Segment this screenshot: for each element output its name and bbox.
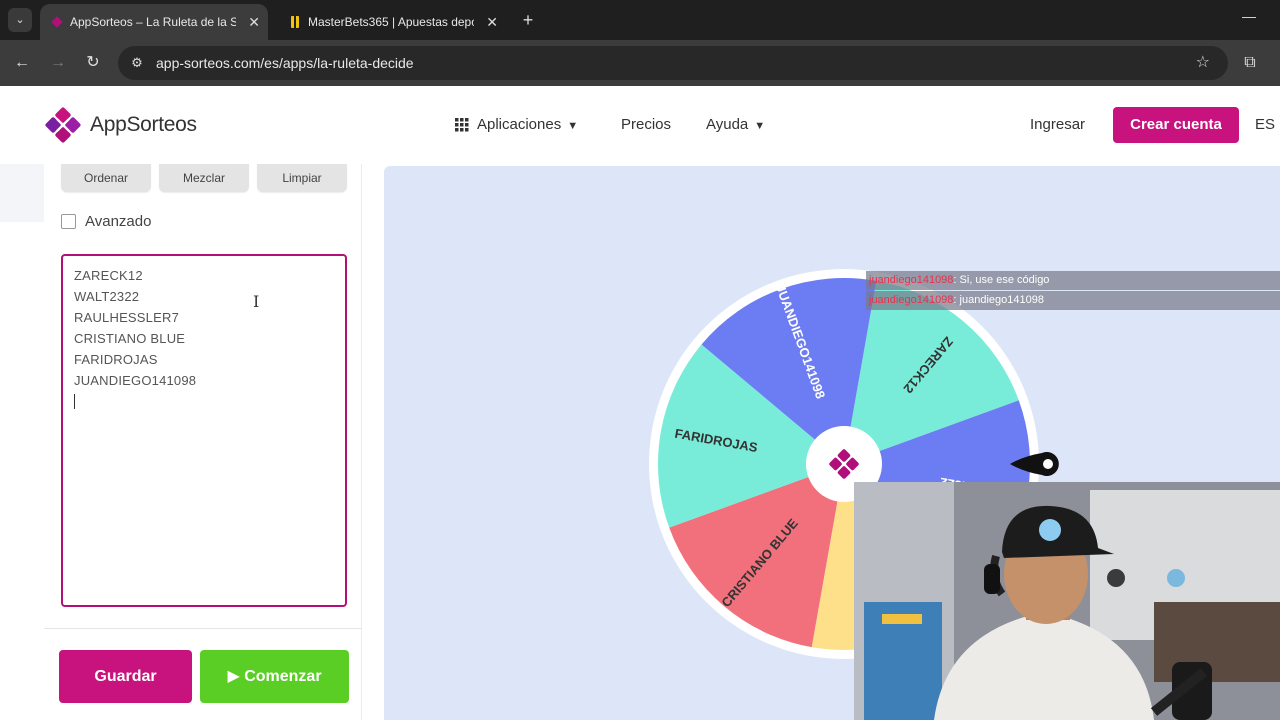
chat-username: juandiego141098 [869, 294, 954, 306]
close-tab-icon[interactable]: ✕ [486, 4, 498, 40]
left-gutter [0, 164, 44, 720]
chat-text: : Si, use ese código [953, 274, 1050, 286]
masterbets-favicon-icon [291, 16, 299, 28]
sort-button[interactable]: Ordenar [61, 164, 151, 192]
close-tab-icon[interactable]: ✕ [248, 4, 260, 40]
name-entry: ZARECK12 [74, 268, 143, 283]
chat-text: : juandiego141098 [953, 294, 1044, 306]
apps-grid-icon [455, 118, 469, 132]
chat-message: juandiego141098: Si, use ese código [866, 271, 1280, 290]
tab-appsorteos[interactable]: AppSorteos – La Ruleta de la Su ✕ [40, 4, 268, 40]
tab-title: MasterBets365 | Apuestas depo [308, 15, 474, 29]
start-button-label: Comenzar [244, 668, 322, 685]
wheel-pointer-icon [1010, 452, 1059, 476]
save-button[interactable]: Guardar [59, 650, 192, 703]
entries-panel: Ordenar Mezclar Limpiar Avanzado ZARECK1… [44, 164, 362, 720]
clear-button[interactable]: Limpiar [257, 164, 347, 192]
brand-app: App [90, 113, 127, 136]
nav-ayuda-label: Ayuda [706, 116, 749, 133]
language-selector[interactable]: ES [1255, 86, 1275, 164]
name-entry: CRISTIANO BLUE [74, 331, 186, 346]
tab-search-chevron-icon[interactable]: ⌄ [8, 8, 32, 32]
advanced-toggle[interactable]: Avanzado [61, 212, 151, 230]
minimize-window-icon[interactable]: — [1242, 8, 1256, 24]
wheel-peg [808, 648, 815, 655]
url-text[interactable]: app-sorteos.com/es/apps/la-ruleta-decide [156, 46, 414, 80]
create-account-button[interactable]: Crear cuenta [1113, 107, 1239, 143]
text-caret [74, 394, 75, 409]
nav-aplicaciones-label: Aplicaciones [477, 116, 562, 133]
site-settings-icon[interactable]: ⚙ [128, 54, 146, 72]
forward-arrow-icon[interactable]: → [46, 51, 70, 75]
extensions-puzzle-icon[interactable]: ⧉ [1238, 51, 1262, 75]
names-textarea[interactable]: ZARECK12 WALT2322 RAULHESSLER7 CRISTIANO… [61, 254, 347, 607]
bookmark-star-icon[interactable]: ☆ [1196, 46, 1210, 80]
brand-sorteos: Sorteos [126, 113, 197, 136]
site-header: AppSorteos Aplicaciones ▼ Precios Ayuda ▼ … [0, 86, 1280, 164]
url-omnibox[interactable]: ⚙ app-sorteos.com/es/apps/la-ruleta-deci… [118, 46, 1228, 80]
reload-icon[interactable]: ↻ [81, 51, 105, 75]
nav-ayuda[interactable]: Ayuda ▼ [706, 86, 765, 164]
nav-precios[interactable]: Precios [621, 86, 671, 164]
address-bar: ← → ↻ ⚙ app-sorteos.com/es/apps/la-rulet… [0, 40, 1280, 86]
stream-chat-overlay: juandiego141098: Si, use ese código juan… [866, 271, 1280, 311]
chat-username: juandiego141098 [869, 274, 954, 286]
wheel-peg [1019, 396, 1026, 403]
webcam-overlay [854, 482, 1280, 720]
name-entry: RAULHESSLER7 [74, 310, 179, 325]
browser-tab-bar: ⌄ AppSorteos – La Ruleta de la Su ✕ Mast… [0, 0, 1280, 40]
advanced-checkbox[interactable] [61, 213, 76, 229]
nav-aplicaciones[interactable]: Aplicaciones ▼ [455, 86, 578, 164]
login-link[interactable]: Ingresar [1030, 86, 1085, 164]
new-tab-icon[interactable]: + [516, 8, 540, 32]
name-entry: WALT2322 [74, 289, 140, 304]
chat-message: juandiego141098: juandiego141098 [866, 291, 1280, 310]
tab-title: AppSorteos – La Ruleta de la Su [70, 15, 236, 29]
appsorteos-favicon-icon [51, 16, 63, 28]
text-cursor-icon: I [253, 292, 260, 311]
divider [44, 628, 362, 629]
wheel-peg [662, 525, 669, 532]
wheel-peg [695, 338, 702, 345]
shuffle-button[interactable]: Mezclar [159, 164, 249, 192]
start-button[interactable]: ▶ Comenzar [200, 650, 349, 703]
play-icon: ▶ [227, 668, 245, 685]
tab-masterbets[interactable]: MasterBets365 | Apuestas depo ✕ [278, 4, 506, 40]
back-arrow-icon[interactable]: ← [10, 51, 34, 75]
name-entry: FARIDROJAS [74, 352, 158, 367]
chevron-down-icon: ▼ [567, 120, 579, 132]
chevron-down-icon: ▼ [754, 120, 766, 132]
advanced-label: Avanzado [85, 212, 152, 230]
appsorteos-logo[interactable]: AppSorteos [44, 106, 197, 144]
name-entry: JUANDIEGO141098 [74, 373, 197, 388]
appsorteos-logo-icon [45, 107, 81, 143]
